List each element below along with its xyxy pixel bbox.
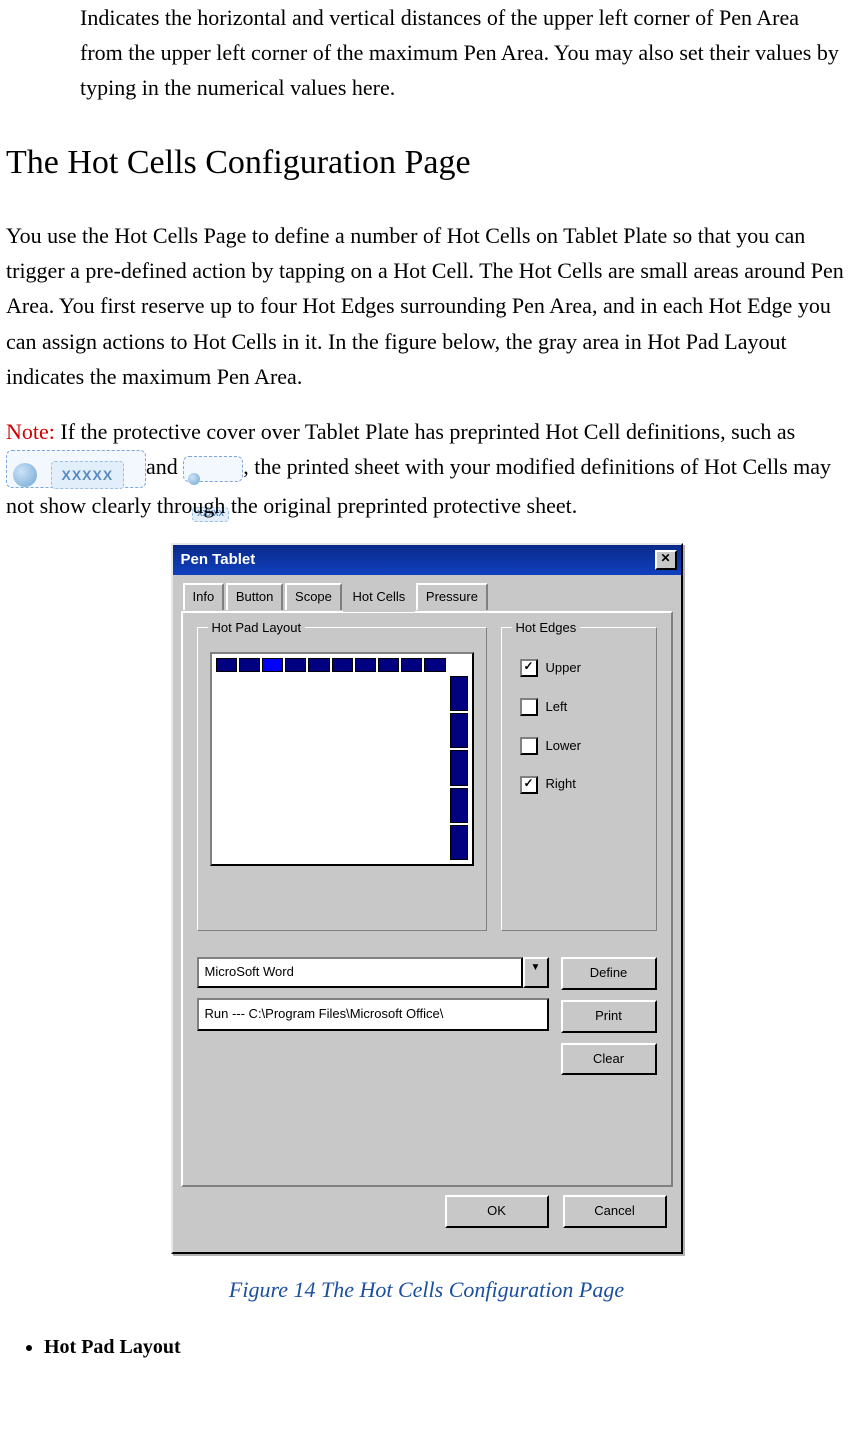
tab-info[interactable]: Info [183,583,225,610]
badge-large-text: XXXXX [51,461,125,489]
top-edge-cells[interactable] [216,658,446,672]
checkbox-right[interactable]: ✓ [520,776,538,794]
edge-right-label: Right [546,774,576,795]
hotcell-badge-large-icon: XXXXX [6,450,146,488]
tab-panel: ✓ Upper Left Lower ✓ Right [181,611,673,1187]
figure-caption: Figure 14 The Hot Cells Configuration Pa… [6,1272,847,1307]
tab-hot-cells[interactable]: Hot Cells [344,584,415,611]
cancel-button[interactable]: Cancel [563,1195,667,1228]
checkbox-upper[interactable]: ✓ [520,659,538,677]
dialog-titlebar[interactable]: Pen Tablet ✕ [173,545,681,575]
edge-lower-row[interactable]: Lower [520,736,640,757]
right-edge-cells[interactable] [450,676,468,860]
edge-right-row[interactable]: ✓ Right [520,774,640,795]
edge-left-row[interactable]: Left [520,697,640,718]
hot-pad-layout-canvas[interactable] [210,652,474,866]
dot-icon [188,473,200,485]
note-text-1: If the protective cover over Tablet Plat… [55,419,795,444]
close-icon[interactable]: ✕ [655,550,677,570]
figure: Pen Tablet ✕ Info Button Scope Hot Cells… [6,543,847,1254]
chevron-down-icon[interactable]: ▼ [523,957,549,988]
tab-button[interactable]: Button [226,583,284,610]
body-paragraph: You use the Hot Cells Page to define a n… [6,218,847,394]
pen-tablet-dialog: Pen Tablet ✕ Info Button Scope Hot Cells… [171,543,683,1254]
define-button[interactable]: Define [561,957,657,990]
tab-scope[interactable]: Scope [285,583,342,610]
edge-left-label: Left [546,697,568,718]
section-heading: The Hot Cells Configuration Page [6,136,847,190]
note-label: Note: [6,419,55,444]
hotcell-action-list[interactable]: Run --- C:\Program Files\Microsoft Offic… [197,998,549,1031]
edge-lower-label: Lower [546,736,581,757]
dialog-footer: OK Cancel [173,1195,681,1252]
edge-upper-row[interactable]: ✓ Upper [520,658,640,679]
dialog-title: Pen Tablet [181,548,256,572]
checkbox-lower[interactable] [520,737,538,755]
group-hot-pad-layout [197,627,487,931]
edge-upper-label: Upper [546,658,581,679]
intro-paragraph: Indicates the horizontal and vertical di… [80,0,847,106]
bullet-hot-pad-layout: Hot Pad Layout [44,1331,847,1363]
ok-button[interactable]: OK [445,1195,549,1228]
group-hot-edges: ✓ Upper Left Lower ✓ Right [501,627,657,931]
tab-pressure[interactable]: Pressure [416,583,488,610]
note-text-2: and [146,454,183,479]
clear-button[interactable]: Clear [561,1043,657,1076]
note-paragraph: Note: If the protective cover over Table… [6,414,847,523]
hotcell-badge-small-icon: XXXXX [183,456,243,482]
checkbox-left[interactable] [520,698,538,716]
print-button[interactable]: Print [561,1000,657,1033]
hotcell-name-combo[interactable]: MicroSoft Word ▼ [197,957,549,988]
dot-icon [13,463,37,487]
combo-value[interactable]: MicroSoft Word [197,957,523,988]
tab-row: Info Button Scope Hot Cells Pressure [173,575,681,611]
